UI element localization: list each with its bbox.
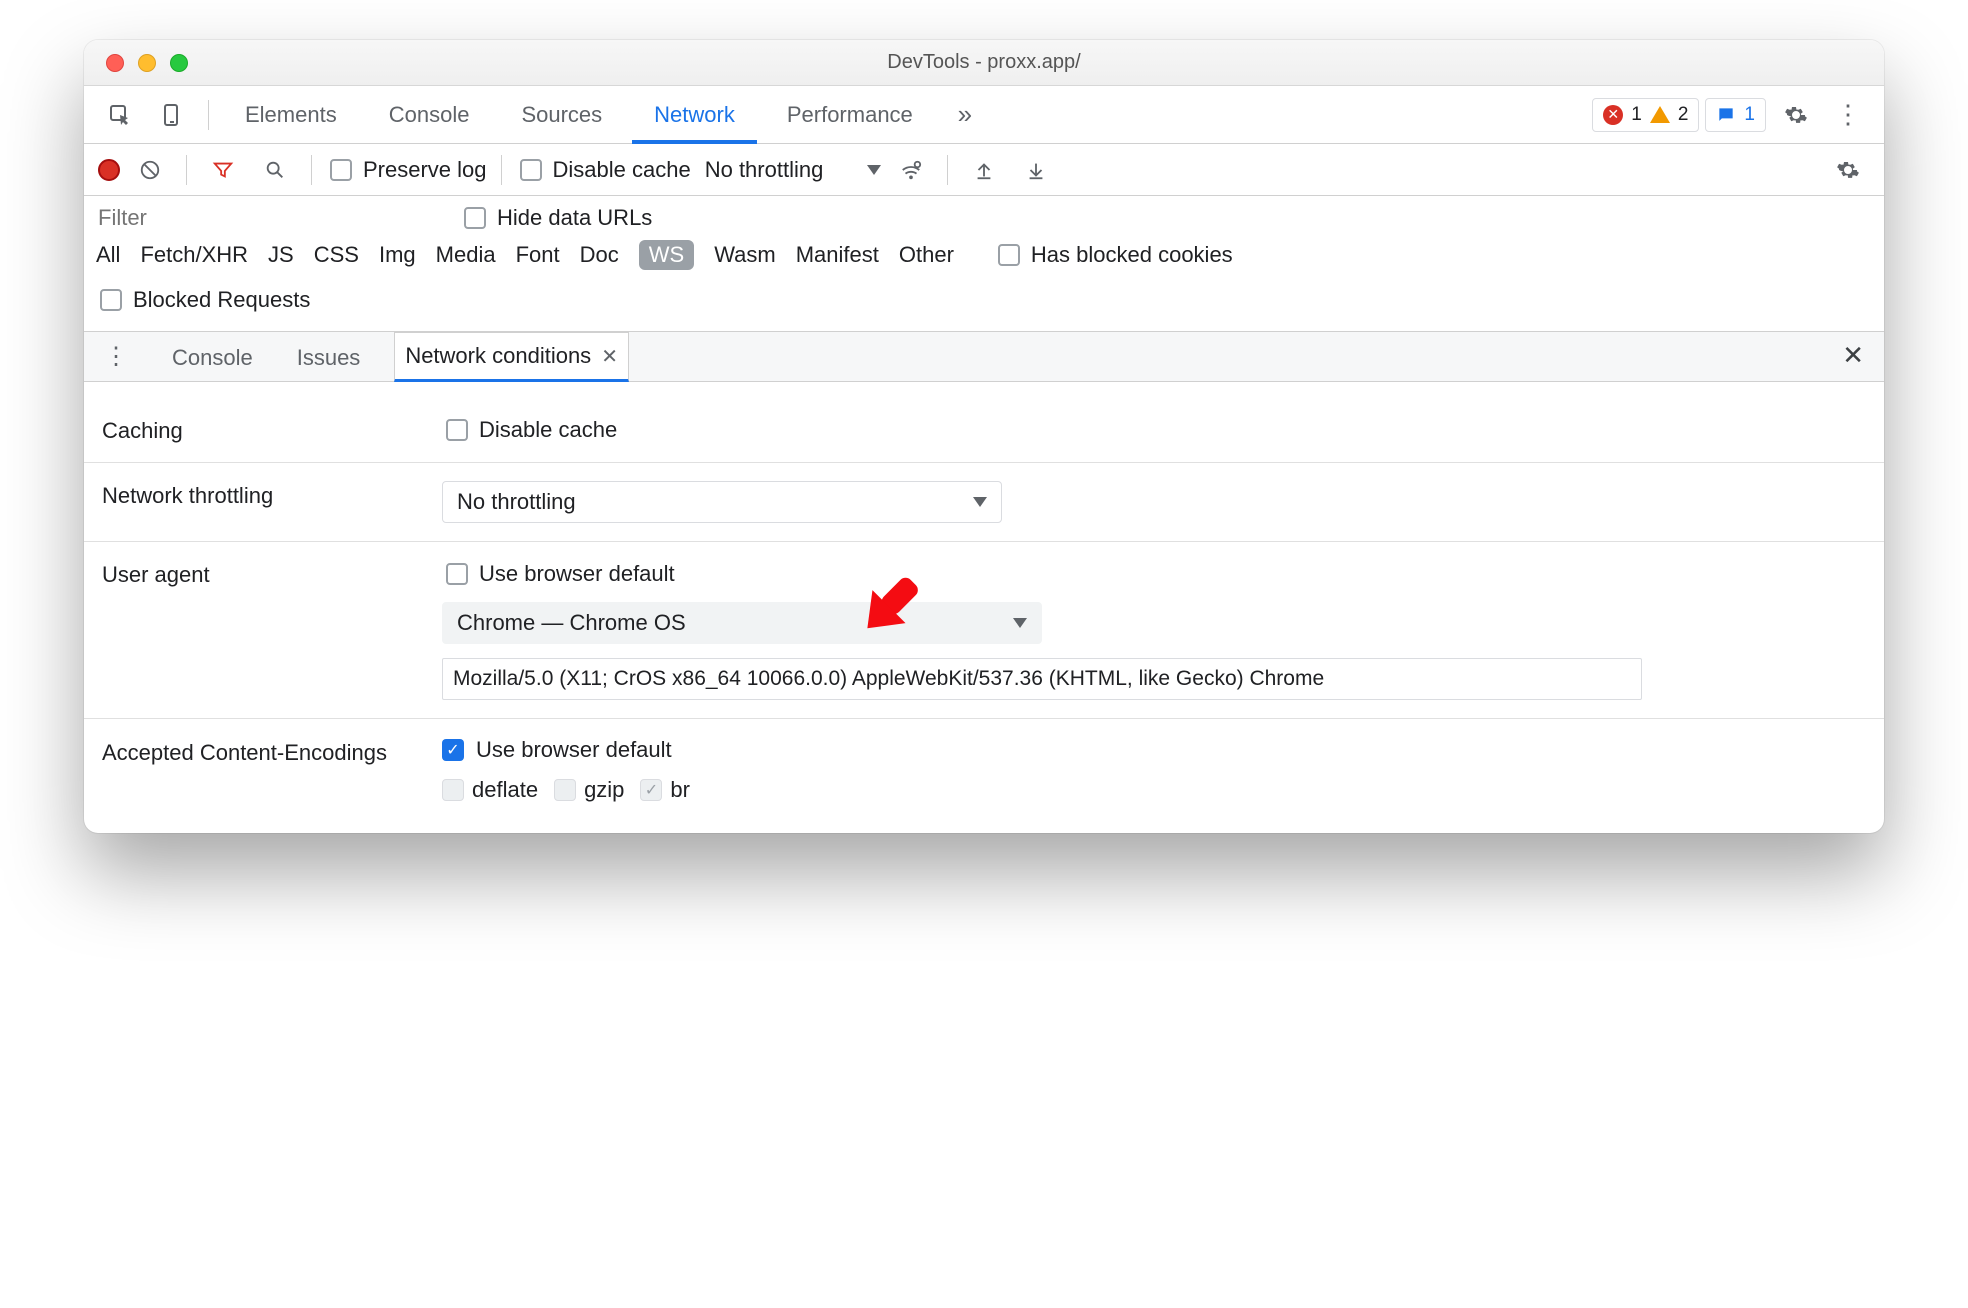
chevron-down-icon	[867, 165, 881, 175]
ua-select[interactable]: Chrome — Chrome OS	[442, 602, 1042, 644]
filter-icon[interactable]	[201, 150, 245, 190]
type-font[interactable]: Font	[516, 242, 560, 268]
error-icon: ✕	[1603, 105, 1623, 125]
type-fetchxhr[interactable]: Fetch/XHR	[140, 242, 248, 268]
inspect-element-icon[interactable]	[98, 95, 142, 135]
accepted-encodings-label: Accepted Content-Encodings	[102, 737, 422, 767]
drawer-kebab-icon[interactable]: ⋮	[94, 337, 138, 377]
caching-disable-checkbox[interactable]: Disable cache	[442, 416, 617, 444]
tab-sources[interactable]: Sources	[499, 86, 624, 144]
throttling-select-box[interactable]: No throttling	[442, 481, 1002, 523]
close-drawer-icon[interactable]: ✕	[1832, 330, 1874, 381]
ua-string-input[interactable]: Mozilla/5.0 (X11; CrOS x86_64 10066.0.0)…	[442, 658, 1642, 700]
titlebar: DevTools - proxx.app/	[84, 40, 1884, 86]
has-blocked-cookies-checkbox[interactable]: Has blocked cookies	[994, 241, 1233, 269]
enc-br-checkbox: ✓	[640, 779, 662, 801]
clear-icon[interactable]	[128, 150, 172, 190]
blocked-requests-checkbox[interactable]: Blocked Requests	[96, 286, 310, 314]
enc-use-default-checkbox[interactable]: ✓	[442, 739, 464, 761]
tab-network[interactable]: Network	[632, 86, 757, 144]
type-manifest[interactable]: Manifest	[796, 242, 879, 268]
caching-label: Caching	[102, 416, 422, 444]
enc-gzip-checkbox	[554, 779, 576, 801]
search-icon[interactable]	[253, 150, 297, 190]
download-har-icon[interactable]	[1014, 150, 1058, 190]
tabs-overflow-icon[interactable]: »	[943, 95, 987, 135]
issues-count: 1	[1744, 104, 1755, 126]
resource-type-filter: All Fetch/XHR JS CSS Img Media Font Doc …	[84, 236, 1884, 280]
message-icon	[1716, 105, 1736, 125]
type-doc[interactable]: Doc	[580, 242, 619, 268]
kebab-menu-icon[interactable]: ⋮	[1826, 95, 1870, 135]
network-settings-icon[interactable]	[889, 150, 933, 190]
upload-har-icon[interactable]	[962, 150, 1006, 190]
network-conditions-panel: Caching Disable cache Network throttling…	[84, 382, 1884, 833]
minimize-window-icon[interactable]	[138, 54, 156, 72]
network-toolbar: Preserve log Disable cache No throttling	[84, 144, 1884, 196]
drawer-tab-console[interactable]: Console	[162, 335, 263, 381]
issues-badge[interactable]: 1	[1705, 98, 1766, 132]
zoom-window-icon[interactable]	[170, 54, 188, 72]
throttling-select[interactable]: No throttling	[705, 157, 882, 183]
tab-elements[interactable]: Elements	[223, 86, 359, 144]
type-media[interactable]: Media	[436, 242, 496, 268]
type-other[interactable]: Other	[899, 242, 954, 268]
chevron-down-icon	[973, 497, 987, 507]
type-ws[interactable]: WS	[639, 240, 694, 270]
ua-use-default-checkbox[interactable]: Use browser default	[442, 560, 675, 588]
filter-row: Hide data URLs	[84, 196, 1884, 236]
toggle-device-icon[interactable]	[150, 95, 194, 135]
disable-cache-checkbox[interactable]: Disable cache	[516, 156, 691, 184]
type-js[interactable]: JS	[268, 242, 294, 268]
enc-deflate-checkbox	[442, 779, 464, 801]
chevron-down-icon	[1013, 618, 1027, 628]
tab-performance[interactable]: Performance	[765, 86, 935, 144]
close-window-icon[interactable]	[106, 54, 124, 72]
filter-input[interactable]	[96, 204, 436, 232]
drawer-tab-network-conditions[interactable]: Network conditions ✕	[394, 332, 629, 382]
type-img[interactable]: Img	[379, 242, 416, 268]
toolbar-settings-icon[interactable]	[1826, 150, 1870, 190]
error-warning-badge[interactable]: ✕ 1 2	[1592, 98, 1699, 132]
throttling-label: Network throttling	[102, 481, 422, 509]
devtools-window: DevTools - proxx.app/ Elements Console S…	[84, 40, 1884, 833]
drawer-tabstrip: ⋮ Console Issues Network conditions ✕ ✕	[84, 332, 1884, 382]
record-icon[interactable]	[98, 159, 120, 181]
warning-icon	[1650, 106, 1670, 123]
hide-data-urls-checkbox[interactable]: Hide data URLs	[460, 204, 652, 232]
type-wasm[interactable]: Wasm	[714, 242, 776, 268]
preserve-log-checkbox[interactable]: Preserve log	[326, 156, 487, 184]
drawer-tab-issues[interactable]: Issues	[287, 335, 371, 381]
annotation-arrow-icon	[844, 554, 934, 644]
divider	[208, 100, 209, 130]
tab-console[interactable]: Console	[367, 86, 492, 144]
error-count: 1	[1631, 104, 1642, 126]
type-css[interactable]: CSS	[314, 242, 359, 268]
warning-count: 2	[1678, 104, 1689, 126]
close-tab-icon[interactable]: ✕	[601, 344, 618, 369]
window-title: DevTools - proxx.app/	[84, 51, 1884, 74]
main-tabstrip: Elements Console Sources Network Perform…	[84, 86, 1884, 144]
type-all[interactable]: All	[96, 242, 120, 268]
settings-icon[interactable]	[1774, 95, 1818, 135]
user-agent-label: User agent	[102, 560, 422, 588]
